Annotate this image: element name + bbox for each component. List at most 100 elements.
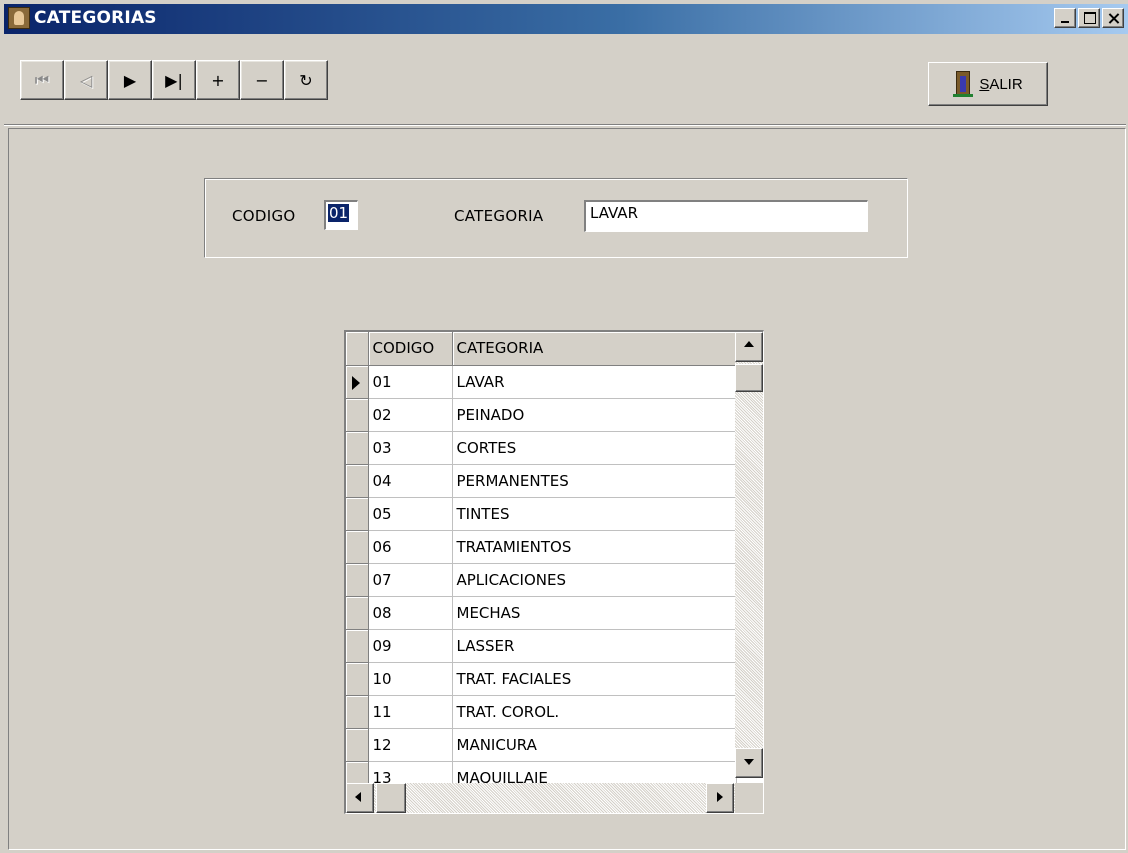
- grid-row[interactable]: 10 TRAT. FACIALES: [346, 662, 737, 696]
- scroll-up-icon: [744, 341, 754, 347]
- categories-grid[interactable]: CODIGO CATEGORIA 01 LAVAR 02 PEINADO 03 CORTE…: [344, 330, 764, 814]
- grid-row[interactable]: 07 APLICACIONES: [346, 563, 737, 597]
- first-record-button[interactable]: ⏮: [20, 60, 64, 100]
- row-indicator-cell[interactable]: [346, 497, 369, 531]
- refresh-icon: ↻: [299, 70, 313, 90]
- row-indicator-cell[interactable]: [346, 563, 369, 597]
- cell-categoria[interactable]: LAVAR: [452, 365, 737, 399]
- prior-record-button[interactable]: ◁: [64, 60, 108, 100]
- cell-categoria[interactable]: APLICACIONES: [452, 563, 737, 597]
- row-indicator-cell[interactable]: [346, 695, 369, 729]
- cell-codigo[interactable]: 11: [368, 695, 453, 729]
- scroll-right-icon: [717, 792, 723, 802]
- grid-row[interactable]: 04 PERMANENTES: [346, 464, 737, 498]
- cell-categoria[interactable]: MECHAS: [452, 596, 737, 630]
- scroll-left-button[interactable]: [346, 783, 374, 813]
- delete-record-button[interactable]: −: [240, 60, 284, 100]
- codigo-label: CODIGO: [232, 207, 296, 225]
- cell-categoria[interactable]: TINTES: [452, 497, 737, 531]
- row-indicator-cell[interactable]: [346, 365, 369, 399]
- grid-row[interactable]: 05 TINTES: [346, 497, 737, 531]
- row-indicator-cell[interactable]: [346, 728, 369, 762]
- scroll-right-button[interactable]: [706, 783, 734, 813]
- cell-codigo[interactable]: 10: [368, 662, 453, 696]
- toolbar-separator: [4, 124, 1126, 126]
- row-indicator-cell[interactable]: [346, 629, 369, 663]
- row-indicator-cell[interactable]: [346, 431, 369, 465]
- column-header-categoria[interactable]: CATEGORIA: [452, 332, 737, 366]
- cell-codigo[interactable]: 05: [368, 497, 453, 531]
- first-record-icon: ⏮: [34, 70, 50, 89]
- grid-row[interactable]: 03 CORTES: [346, 431, 737, 465]
- cell-categoria[interactable]: PERMANENTES: [452, 464, 737, 498]
- vertical-scrollbar[interactable]: [735, 332, 763, 778]
- next-record-button[interactable]: ▶: [108, 60, 152, 100]
- grid-row[interactable]: 02 PEINADO: [346, 398, 737, 432]
- cell-categoria[interactable]: TRAT. FACIALES: [452, 662, 737, 696]
- codigo-field[interactable]: 01: [324, 200, 358, 230]
- grid-row[interactable]: 08 MECHAS: [346, 596, 737, 630]
- scroll-down-button[interactable]: [735, 748, 763, 778]
- cell-categoria[interactable]: TRAT. COROL.: [452, 695, 737, 729]
- codigo-value: 01: [328, 204, 350, 222]
- window-title: CATEGORIAS: [34, 8, 157, 28]
- salir-label: SALIR: [979, 75, 1023, 93]
- cell-codigo[interactable]: 12: [368, 728, 453, 762]
- cell-categoria[interactable]: CORTES: [452, 431, 737, 465]
- cell-categoria[interactable]: MANICURA: [452, 728, 737, 762]
- cell-codigo[interactable]: 02: [368, 398, 453, 432]
- title-bar[interactable]: CATEGORIAS: [4, 4, 1128, 34]
- vertical-scroll-thumb[interactable]: [735, 364, 763, 392]
- cell-codigo[interactable]: 01: [368, 365, 453, 399]
- column-header-codigo[interactable]: CODIGO: [368, 332, 453, 366]
- scroll-left-icon: [355, 792, 361, 802]
- grid-header-row: CODIGO CATEGORIA: [346, 332, 737, 366]
- cell-codigo[interactable]: 03: [368, 431, 453, 465]
- minimize-button[interactable]: [1054, 8, 1076, 28]
- categorias-window: CATEGORIAS ⏮ ◁ ▶ ▶| + − ↻ SALIR CODIGO 01 CATE…: [0, 0, 1128, 853]
- grid-row[interactable]: 06 TRATAMIENTOS: [346, 530, 737, 564]
- refresh-button[interactable]: ↻: [284, 60, 328, 100]
- next-record-icon: ▶: [123, 70, 137, 90]
- horizontal-scroll-thumb[interactable]: [376, 783, 406, 813]
- window-controls: [1054, 8, 1124, 28]
- cell-categoria[interactable]: TRATAMIENTOS: [452, 530, 737, 564]
- grid-row[interactable]: 09 LASSER: [346, 629, 737, 663]
- cell-codigo[interactable]: 06: [368, 530, 453, 564]
- last-record-icon: ▶|: [165, 70, 183, 90]
- close-button[interactable]: [1102, 8, 1124, 28]
- cell-codigo[interactable]: 08: [368, 596, 453, 630]
- toolbar: ⏮ ◁ ▶ ▶| + − ↻ SALIR: [4, 36, 1128, 122]
- grid-table: CODIGO CATEGORIA 01 LAVAR 02 PEINADO 03 CORTE…: [346, 332, 737, 795]
- scroll-up-button[interactable]: [735, 332, 763, 362]
- row-indicator-cell[interactable]: [346, 464, 369, 498]
- delete-record-icon: −: [255, 70, 269, 90]
- row-indicator-cell[interactable]: [346, 662, 369, 696]
- row-indicator-cell[interactable]: [346, 398, 369, 432]
- current-row-arrow-icon: [352, 375, 360, 390]
- header-indicator-cell: [346, 332, 369, 366]
- maximize-button[interactable]: [1078, 8, 1100, 28]
- cell-codigo[interactable]: 04: [368, 464, 453, 498]
- scrollbar-corner: [735, 783, 763, 813]
- insert-record-button[interactable]: +: [196, 60, 240, 100]
- row-indicator-cell[interactable]: [346, 530, 369, 564]
- horizontal-scrollbar[interactable]: [346, 783, 736, 813]
- scroll-down-icon: [744, 759, 754, 765]
- db-navigator: ⏮ ◁ ▶ ▶| + − ↻: [20, 60, 328, 100]
- cell-categoria[interactable]: PEINADO: [452, 398, 737, 432]
- app-icon[interactable]: [8, 7, 30, 29]
- grid-row[interactable]: 12 MANICURA: [346, 728, 737, 762]
- insert-record-icon: +: [211, 70, 225, 90]
- prior-record-icon: ◁: [79, 70, 93, 90]
- row-indicator-cell[interactable]: [346, 596, 369, 630]
- exit-door-icon: [953, 71, 974, 97]
- cell-codigo[interactable]: 07: [368, 563, 453, 597]
- salir-button[interactable]: SALIR: [928, 62, 1048, 106]
- grid-row[interactable]: 01 LAVAR: [346, 365, 737, 399]
- last-record-button[interactable]: ▶|: [152, 60, 196, 100]
- cell-categoria[interactable]: LASSER: [452, 629, 737, 663]
- grid-row[interactable]: 11 TRAT. COROL.: [346, 695, 737, 729]
- categoria-field[interactable]: LAVAR: [584, 200, 868, 232]
- cell-codigo[interactable]: 09: [368, 629, 453, 663]
